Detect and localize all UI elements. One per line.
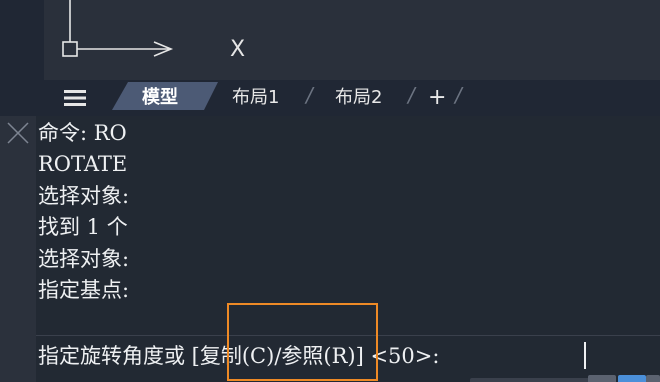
tab-separator: / [408, 83, 415, 107]
command-gutter [0, 116, 36, 382]
history-line: 指定基点: [38, 277, 130, 302]
status-button[interactable] [646, 375, 660, 382]
history-line: 找到 1 个 [38, 215, 128, 240]
status-button[interactable] [618, 375, 646, 382]
command-input[interactable]: 指定旋转角度或 [复制(C)/参照(R)] <50>: [38, 340, 439, 372]
canvas-left-margin [0, 0, 44, 80]
axis-x-label: X [230, 37, 246, 62]
command-line-panel: 命令: RO ROTATE 选择对象: 找到 1 个 选择对象: 指定基点: 指… [0, 116, 660, 382]
tab-layout1[interactable]: 布局1 [232, 85, 279, 111]
hamburger-icon[interactable] [60, 86, 90, 110]
command-history: 命令: RO ROTATE 选择对象: 找到 1 个 选择对象: 指定基点: [38, 118, 129, 306]
ucs-icon [62, 0, 174, 57]
history-line: ROTATE [38, 152, 128, 177]
tab-layout2[interactable]: 布局2 [335, 85, 382, 111]
tab-separator: / [306, 83, 313, 107]
add-layout-button[interactable]: + [428, 85, 446, 111]
status-button[interactable] [588, 375, 616, 382]
status-bar-edge [470, 378, 590, 382]
prompt-divider [36, 335, 660, 336]
close-icon[interactable] [5, 120, 31, 146]
tab-model[interactable]: 模型 [142, 85, 178, 111]
history-line: 选择对象: [38, 183, 130, 208]
history-line: 选择对象: [38, 246, 130, 271]
drawing-viewport[interactable]: X [44, 0, 660, 80]
history-line: 命令: RO [38, 121, 127, 145]
text-caret [584, 342, 586, 369]
tab-separator: / [455, 83, 462, 107]
layout-tab-bar: 模型 / 布局1 / 布局2 + / [0, 80, 660, 116]
